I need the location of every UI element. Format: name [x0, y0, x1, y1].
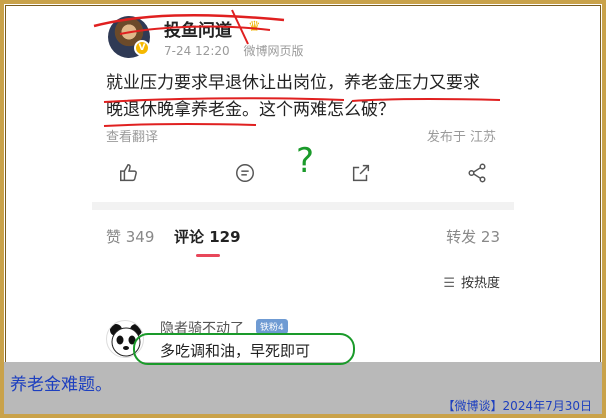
commenter-name[interactable]: 隐者骑不动了 — [160, 318, 244, 338]
caption-text: 养老金难题。 — [10, 375, 112, 395]
fan-badge: 铁粉4 — [256, 319, 288, 334]
repost-icon[interactable] — [466, 162, 490, 186]
weibo-post-view: V 投鱼问道 ♛ 7-24 12:20 微博网页版 就业压力要求早退休让出岗位，… — [92, 6, 514, 362]
post-meta: 7-24 12:20 微博网页版 — [164, 42, 313, 59]
post-username[interactable]: 投鱼问道 — [164, 16, 232, 41]
tab-comments[interactable]: 评论 129 — [174, 226, 241, 247]
like-icon[interactable] — [118, 162, 142, 186]
tab-reposts[interactable]: 转发 23 — [446, 226, 500, 247]
sort-icon: ☰ — [443, 276, 455, 291]
verified-icon: V — [134, 40, 150, 56]
tab-likes[interactable]: 赞 349 — [106, 226, 154, 247]
share-icon[interactable] — [350, 162, 374, 186]
post-client: 微博网页版 — [243, 44, 304, 58]
source-credit: 【微博谈】2024年7月30日 — [442, 399, 592, 413]
section-divider — [92, 202, 514, 210]
post-time: 7-24 12:20 — [164, 44, 230, 58]
comment-text: 多吃调和油，早死即可 — [160, 342, 311, 360]
sort-control[interactable]: ☰ 按热度 — [443, 272, 500, 291]
post-text: 就业压力要求早退休让出岗位，养老金压力又要求 晚退休晚拿养老金。这个两难怎么破？ — [106, 70, 506, 124]
commenter-avatar[interactable] — [106, 320, 144, 358]
translate-link[interactable]: 查看翻译 — [106, 126, 158, 145]
post-location: 发布于 江苏 — [426, 130, 496, 145]
sort-label: 按热度 — [460, 276, 500, 291]
post-text-line2: 晚退休晚拿养老金。这个两难怎么破？ — [106, 100, 395, 120]
interaction-tabs: 赞 349 评论 129 转发 23 — [92, 222, 514, 262]
crown-icon: ♛ — [248, 19, 261, 35]
post-text-line1: 就业压力要求早退休让出岗位，养老金压力又要求 — [106, 73, 480, 93]
comment-icon[interactable] — [234, 162, 258, 186]
active-tab-indicator — [196, 254, 220, 257]
action-bar — [92, 156, 514, 190]
